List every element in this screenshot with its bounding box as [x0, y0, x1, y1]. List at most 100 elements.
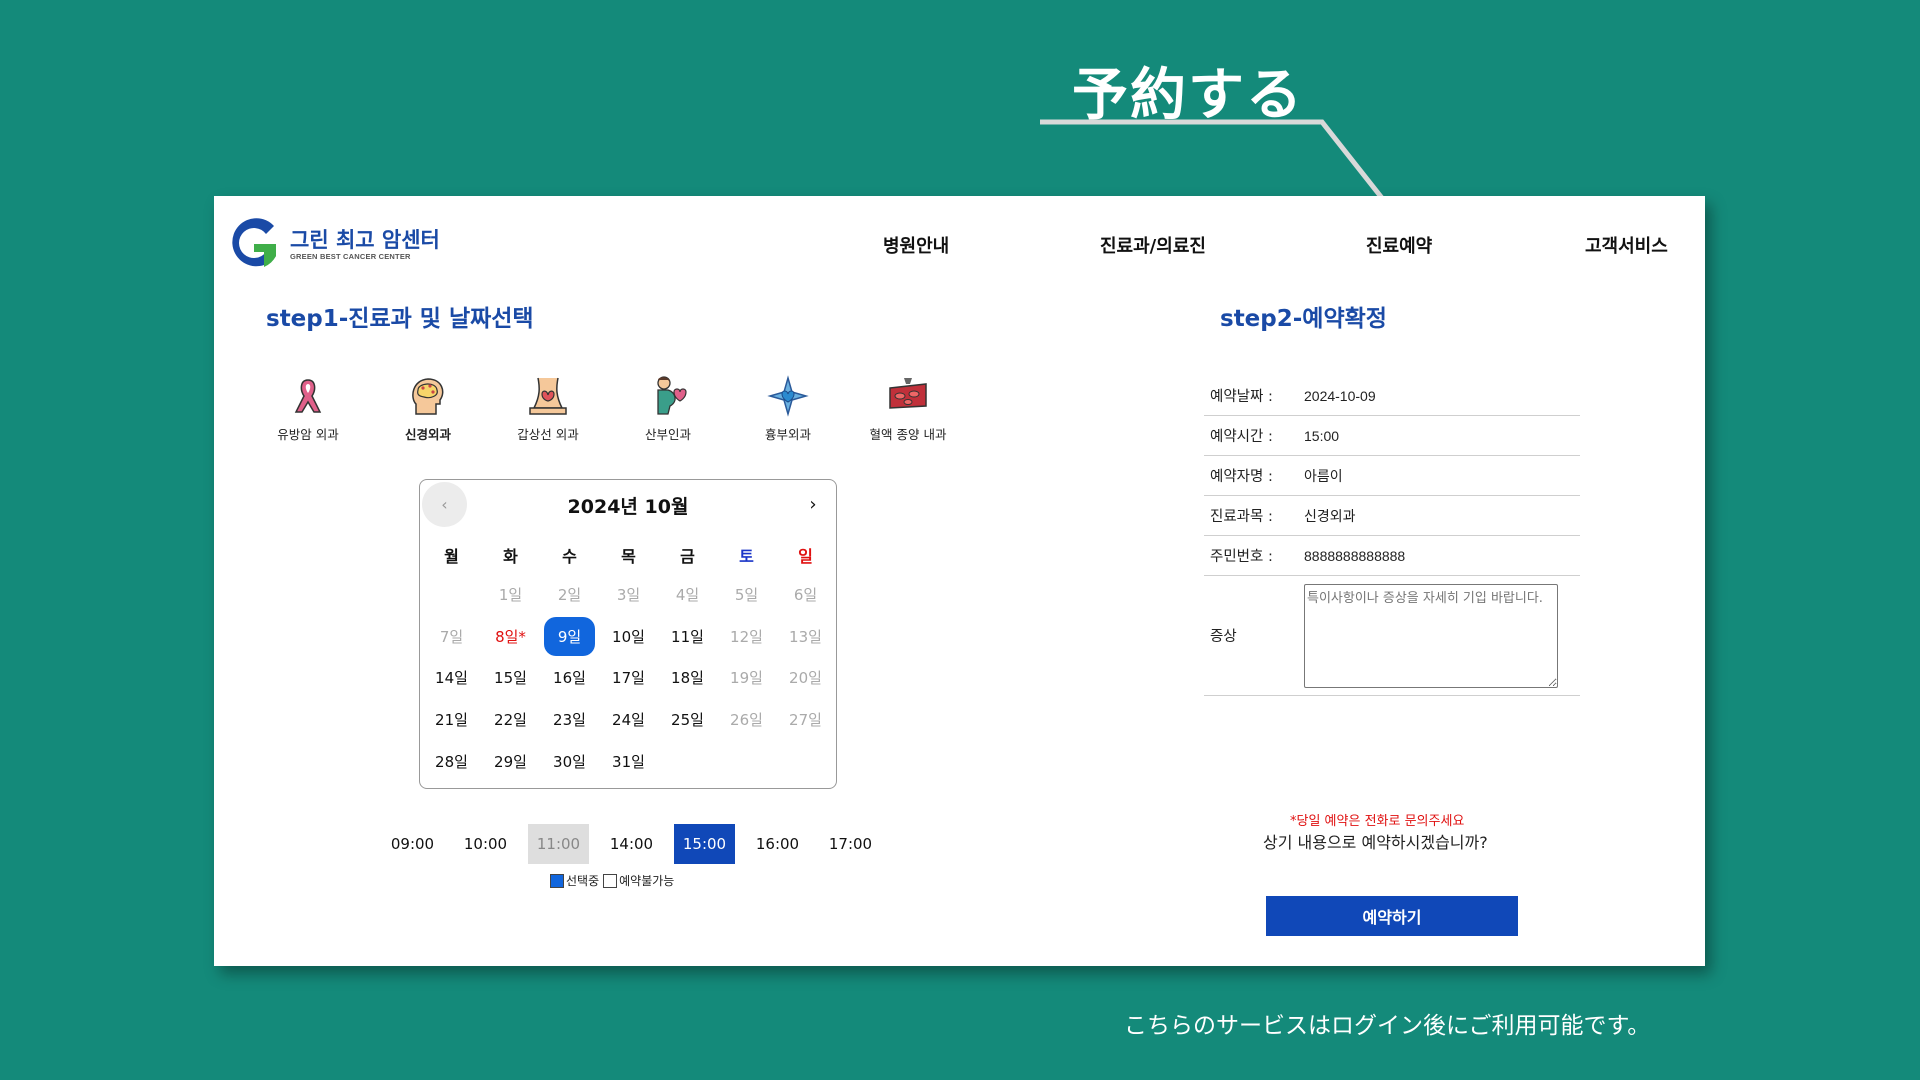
same-day-notice: *당일 예약은 전화로 문의주세요 [1290, 814, 1465, 829]
time-slot-list: 09:00 10:00 11:00 14:00 15:00 16:00 17:0… [382, 824, 893, 864]
calendar-day[interactable]: 21일 [422, 699, 481, 741]
nav-hospital-info[interactable]: 병원안내 [883, 232, 949, 258]
day-label: 12일 [730, 627, 763, 646]
id-number-label: 주민번호 : [1210, 549, 1273, 565]
dept-label: 산부인과 [644, 427, 691, 442]
calendar-day[interactable]: 15일 [481, 657, 540, 699]
dept-label: 흉부외과 [764, 427, 811, 442]
calendar-day[interactable]: 10일 [599, 616, 658, 658]
day-label: 20일 [789, 669, 822, 688]
nav-departments[interactable]: 진료과/의료진 [1100, 232, 1206, 258]
day-label: 7일 [439, 627, 464, 646]
symptom-label: 증상 [1210, 629, 1237, 645]
calendar-day-selected[interactable]: 9일 [540, 616, 599, 658]
id-number-value: 8888888888888 [1304, 547, 1406, 564]
calendar-day[interactable]: 16일 [540, 657, 599, 699]
department-list: 유방암 외과 신경외과 갑상선 외과 산부인과 흉부외과 혈액 종양 내과 [248, 374, 968, 443]
day-label: 3일 [616, 586, 641, 605]
day-label: 10일 [612, 627, 645, 646]
time-slot[interactable]: 09:00 [382, 824, 443, 864]
logo[interactable]: 그린 최고 암센터 GREEN BEST CANCER CENTER [224, 216, 440, 272]
time-slot[interactable]: 17:00 [820, 824, 881, 864]
dept-label: 혈액 종양 내과 [869, 427, 947, 442]
day-label: 4일 [675, 586, 700, 605]
calendar-day: 7일 [422, 616, 481, 658]
department-value: 신경외과 [1304, 507, 1356, 524]
chest-icon [767, 375, 809, 417]
time-label: 예약시간 : [1210, 429, 1273, 445]
calendar-day[interactable]: 22일 [481, 699, 540, 741]
dept-label: 유방암 외과 [277, 427, 339, 442]
selected-legend-label: 선택중 [566, 874, 600, 888]
calendar-day: 27일 [776, 699, 835, 741]
calendar-day[interactable]: 14일 [422, 657, 481, 699]
day-label: 17일 [612, 669, 645, 688]
symptom-textarea[interactable] [1304, 583, 1558, 688]
annotation-title: 予約する [1072, 63, 1304, 128]
calendar-day[interactable]: 28일 [422, 740, 481, 782]
blood-icon [889, 378, 927, 409]
dept-neurosurgery[interactable]: 신경외과 [368, 374, 488, 443]
calendar-day: 6일 [776, 574, 835, 616]
day-label: 31일 [612, 752, 645, 771]
calendar-day: 19일 [717, 657, 776, 699]
reservation-form: 예약날짜 : 2024-10-09 예약시간 : 15:00 예약자명 : 아름… [1204, 376, 1580, 696]
time-slot[interactable]: 14:00 [601, 824, 662, 864]
unavailable-legend-swatch [603, 873, 618, 888]
day-label: 22일 [494, 711, 527, 730]
weekday-tue: 화 [503, 547, 518, 566]
dept-label: 신경외과 [404, 427, 451, 442]
calendar-day[interactable]: 29일 [481, 740, 540, 782]
calendar-day[interactable]: 31일 [599, 740, 658, 782]
day-label: 28일 [435, 752, 468, 771]
calendar-day[interactable]: 11일 [658, 616, 717, 658]
day-label: 19일 [730, 669, 763, 688]
weekday-sat: 토 [739, 547, 754, 566]
calendar-day[interactable]: 18일 [658, 657, 717, 699]
time-slot-selected[interactable]: 15:00 [674, 824, 735, 864]
weekday-thu: 목 [621, 547, 636, 566]
calendar-grid: 월 화 수 목 금 토 일 1일 2일 3일 4일 5일 6일 7일 8일* 9… [422, 540, 835, 782]
time-slot[interactable]: 16:00 [747, 824, 808, 864]
reserve-button[interactable]: 예약하기 [1266, 896, 1518, 936]
weekday-mon: 월 [444, 547, 459, 566]
dept-thoracic-surgery[interactable]: 흉부외과 [728, 374, 848, 443]
day-label: 24일 [612, 711, 645, 730]
time-slot[interactable]: 10:00 [455, 824, 516, 864]
login-notice: こちらのサービスはログイン後にご利用可能です。 [1124, 1013, 1651, 1039]
day-label: 21일 [435, 711, 468, 730]
calendar-day[interactable]: 24일 [599, 699, 658, 741]
dept-hemato-oncology[interactable]: 혈액 종양 내과 [848, 374, 968, 443]
day-label: 15일 [494, 669, 527, 688]
time-slot-unavailable: 11:00 [528, 824, 589, 864]
form-row-date: 예약날짜 : 2024-10-09 [1204, 376, 1580, 416]
weekday-sun: 일 [798, 547, 813, 566]
day-label: 9일 [543, 616, 596, 656]
calendar-day[interactable]: 17일 [599, 657, 658, 699]
day-label: 2일 [557, 586, 582, 605]
logo-name: 그린 최고 암센터 [290, 227, 440, 252]
pregnant-icon [657, 376, 687, 415]
calendar-day[interactable]: 23일 [540, 699, 599, 741]
day-label: 30일 [553, 752, 586, 771]
next-month-button[interactable]: › [802, 490, 824, 518]
calendar-day[interactable]: 25일 [658, 699, 717, 741]
dept-breast-surgery[interactable]: 유방암 외과 [248, 374, 368, 443]
step2-title: step2-예약확정 [1220, 306, 1387, 332]
calendar-day: 3일 [599, 574, 658, 616]
logo-g-icon [232, 218, 276, 267]
time-value: 15:00 [1304, 427, 1340, 444]
dept-obstetrics[interactable]: 산부인과 [608, 374, 728, 443]
calendar-day: 5일 [717, 574, 776, 616]
form-row-department: 진료과목 : 신경외과 [1204, 496, 1580, 536]
confirm-question: 상기 내용으로 예약하시겠습니까? [1263, 833, 1488, 852]
nav-reservation[interactable]: 진료예약 [1366, 232, 1432, 258]
calendar-day[interactable]: 30일 [540, 740, 599, 782]
calendar-day: 4일 [658, 574, 717, 616]
nav-customer-service[interactable]: 고객서비스 [1585, 232, 1668, 258]
calendar-empty-cell [422, 574, 481, 616]
day-label: 25일 [671, 711, 704, 730]
form-row-time: 예약시간 : 15:00 [1204, 416, 1580, 456]
dept-thyroid-surgery[interactable]: 갑상선 외과 [488, 374, 608, 443]
name-label: 예약자명 : [1210, 469, 1273, 485]
